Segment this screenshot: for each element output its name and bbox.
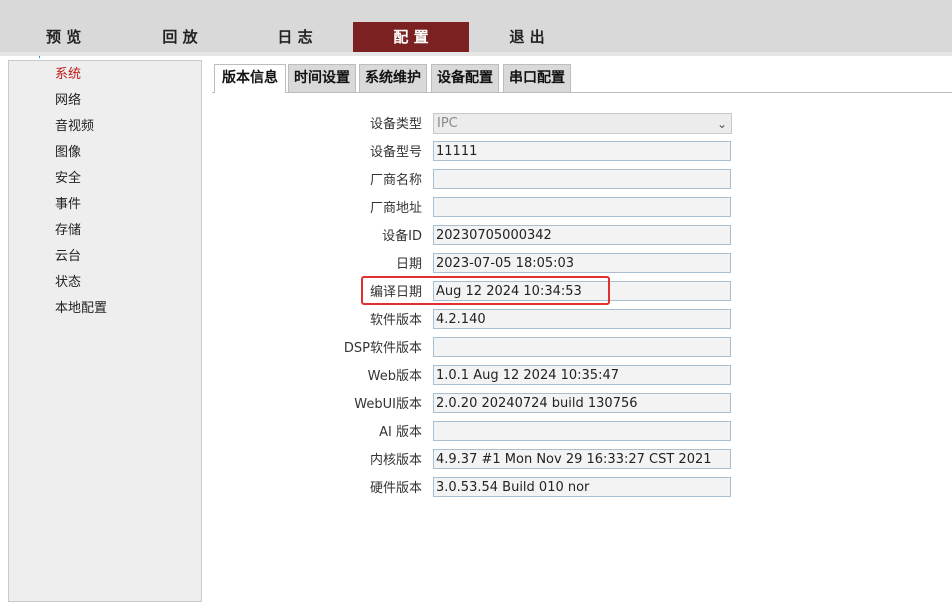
web-version-field[interactable]: 1.0.1 Aug 12 2024 10:35:47 [433,365,731,385]
device-type-select[interactable]: IPC ⌄ [433,113,732,134]
nav-config[interactable]: 配 置 [353,22,469,52]
device-model-field[interactable]: 11111 [433,141,731,161]
ai-version-label: AI 版本 [379,425,422,440]
sidebar: 系统 网络 音视频 图像 安全 事件 存储 云台 状态 本地配置 [8,60,202,602]
date-field[interactable]: 2023-07-05 18:05:03 [433,253,731,273]
nav-preview[interactable]: 预 览 [46,22,86,52]
sidebar-item-network[interactable]: 网络 [55,91,81,111]
vendor-name-field[interactable] [433,169,731,189]
tab-device-config[interactable]: 设备配置 [431,64,499,92]
tab-serial-config[interactable]: 串口配置 [503,64,571,92]
vendor-address-field[interactable] [433,197,731,217]
kernel-version-label: 内核版本 [369,453,422,468]
nav-exit[interactable]: 退 出 [507,22,547,52]
date-label: 日期 [395,257,422,272]
ai-version-field[interactable] [433,421,731,441]
nav-playback[interactable]: 回 放 [160,22,200,52]
sidebar-item-storage[interactable]: 存储 [55,221,81,241]
sidebar-item-status[interactable]: 状态 [55,273,81,293]
dsp-version-field[interactable] [433,337,731,357]
nav-divider [0,52,952,56]
dsp-version-label: DSP软件版本 [343,341,422,356]
vendor-name-label: 厂商名称 [369,173,422,188]
software-version-label: 软件版本 [369,313,422,328]
chevron-down-icon: ⌄ [716,117,727,131]
vendor-address-label: 厂商地址 [369,201,422,216]
highlight-annotation-box [361,276,610,305]
device-type-label: 设备类型 [369,117,422,132]
hardware-version-label: 硬件版本 [369,481,422,496]
config-tabs: 版本信息 时间设置 系统维护 设备配置 串口配置 [212,62,952,93]
sidebar-item-image[interactable]: 图像 [55,143,81,163]
webui-version-label: WebUI版本 [354,397,422,412]
tab-time-settings[interactable]: 时间设置 [288,64,356,92]
sidebar-item-security[interactable]: 安全 [55,169,81,189]
sidebar-item-audio-video[interactable]: 音视频 [55,117,94,137]
top-navigation-bar: 预 览 回 放 日 志 配 置 退 出 [0,0,952,52]
device-model-label: 设备型号 [369,145,422,160]
sidebar-item-system[interactable]: 系统 [55,65,81,85]
tab-version-info[interactable]: 版本信息 [214,64,286,93]
sidebar-item-local-config[interactable]: 本地配置 [55,299,107,319]
device-type-value: IPC [437,116,458,131]
device-id-field[interactable]: 20230705000342 [433,225,731,245]
webui-version-field[interactable]: 2.0.20 20240724 build 130756 [433,393,731,413]
sidebar-item-event[interactable]: 事件 [55,195,81,215]
device-id-label: 设备ID [382,229,422,244]
sidebar-item-ptz[interactable]: 云台 [55,247,81,267]
web-version-label: Web版本 [367,369,422,384]
software-version-field[interactable]: 4.2.140 [433,309,731,329]
kernel-version-field[interactable]: 4.9.37 #1 Mon Nov 29 16:33:27 CST 2021 [433,449,731,469]
nav-log[interactable]: 日 志 [275,22,315,52]
hardware-version-field[interactable]: 3.0.53.54 Build 010 nor [433,477,731,497]
tab-system-maintenance[interactable]: 系统维护 [359,64,427,92]
